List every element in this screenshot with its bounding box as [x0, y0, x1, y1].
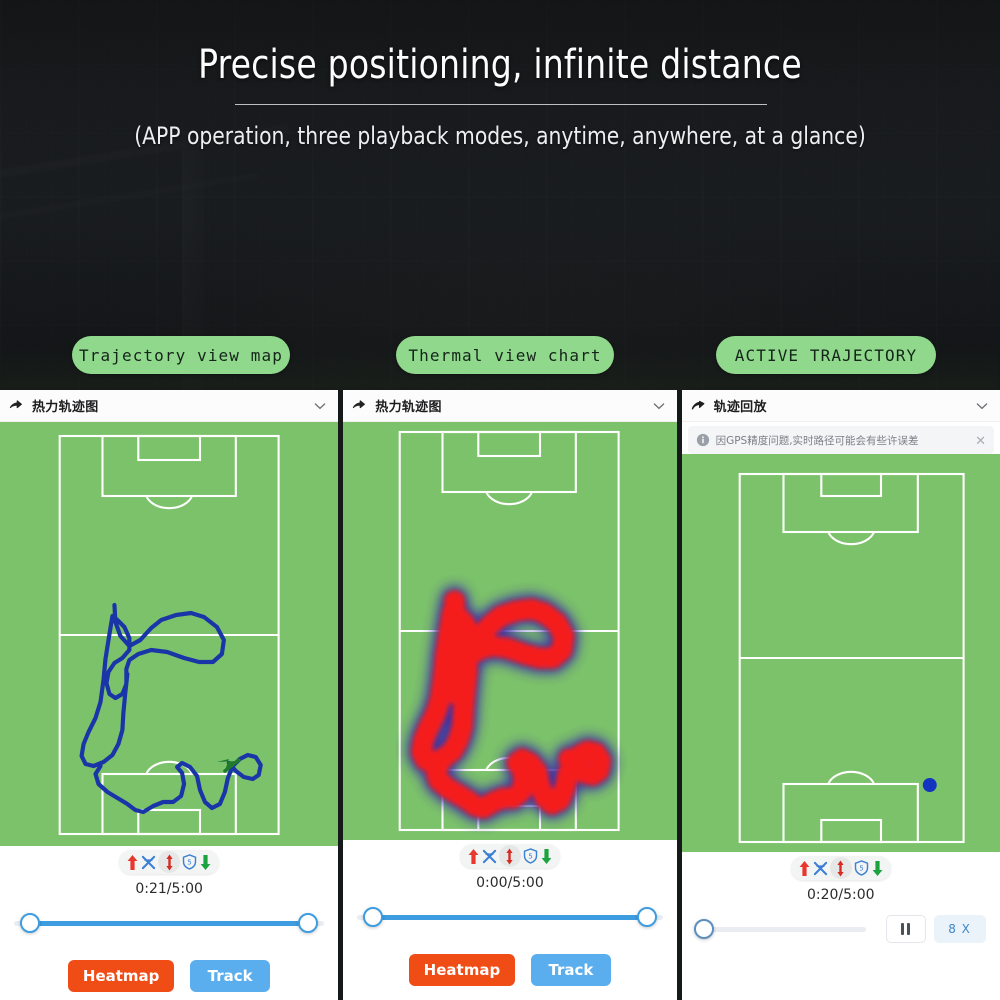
heatmap-button[interactable]: Heatmap	[68, 960, 175, 992]
pause-button[interactable]	[885, 915, 926, 943]
action-buttons-b: Heatmap Track	[343, 940, 677, 1000]
info-circle-icon	[696, 433, 709, 447]
player-marker-highlight	[498, 845, 521, 867]
arrow-down-green-icon	[200, 854, 211, 870]
arrow-up-red-icon	[799, 860, 810, 876]
stats-strip-row-c: 5	[681, 852, 1000, 884]
speed-button[interactable]: 8 X	[933, 915, 986, 943]
app-header-playback: 轨迹回放	[681, 390, 1000, 422]
svg-text:5: 5	[859, 864, 863, 873]
pitch-svg-playback	[681, 454, 1000, 852]
panel-playback: 轨迹回放 因GPS精度问题,实时路径可能会有些许误差 ✕ 5 0:20/5:00…	[681, 390, 1000, 1000]
gps-notice-banner: 因GPS精度问题,实时路径可能会有些许误差 ✕	[687, 426, 994, 454]
pill-thermal-view-chart: Thermal view chart	[396, 336, 614, 374]
screenshot-row: 热力轨迹图 5 0:21/5:00 Heatmap Track 热力轨迹图 5 …	[0, 390, 1000, 1000]
pitch-heatmap	[343, 422, 677, 840]
range-slider-b[interactable]	[343, 894, 677, 940]
pill-trajectory-view-map: Trajectory view map	[72, 336, 290, 374]
slider-handle-start[interactable]	[363, 907, 384, 927]
slider-fill	[373, 914, 647, 920]
app-title-text: 轨迹回放	[713, 400, 767, 415]
title-divider	[235, 104, 767, 105]
chevron-down-icon[interactable]	[974, 398, 990, 414]
range-slider-a[interactable]	[0, 900, 339, 946]
close-icon[interactable]: ✕	[969, 434, 986, 447]
app-title-text: 热力轨迹图	[32, 400, 99, 415]
playback-transport-row[interactable]: 8 X	[681, 906, 1000, 952]
pitch-svg-trajectory	[0, 422, 339, 846]
shield-five-blue-icon: 5	[182, 854, 197, 870]
playback-time-label: 0:21/5:00	[135, 881, 203, 897]
stats-icon-strip[interactable]: 5	[119, 850, 220, 874]
chevron-down-icon[interactable]	[312, 398, 328, 414]
track-button[interactable]: Track	[530, 954, 611, 986]
page-title: Precise positioning, infinite distance	[198, 42, 802, 88]
svg-text:5: 5	[187, 858, 191, 867]
panel-trajectory: 热力轨迹图 5 0:21/5:00 Heatmap Track	[0, 390, 339, 1000]
live-position-marker	[922, 778, 937, 792]
app-header-heatmap: 热力轨迹图	[343, 390, 677, 422]
page-root: Precise positioning, infinite distance (…	[0, 0, 1000, 1000]
mode-label-row: Trajectory view map Thermal view chart A…	[0, 336, 1000, 378]
action-buttons-c	[681, 952, 1000, 1000]
sprint-blue-icon	[142, 855, 156, 869]
hero-banner: Precise positioning, infinite distance (…	[0, 0, 1000, 390]
player-marker-red-icon	[837, 860, 844, 876]
player-marker-red-icon	[166, 854, 173, 870]
slider-fill	[30, 920, 309, 926]
pitch-svg-heatmap	[343, 422, 677, 840]
stats-icon-strip[interactable]: 5	[790, 856, 891, 880]
slider-handle-end[interactable]	[298, 913, 319, 933]
track-button[interactable]: Track	[190, 960, 271, 992]
back-arrow-icon[interactable]	[351, 398, 369, 414]
player-marker-highlight	[829, 857, 852, 879]
action-buttons-a: Heatmap Track	[0, 946, 339, 1000]
playback-time-label: 0:20/5:00	[806, 887, 875, 903]
back-arrow-icon[interactable]	[8, 398, 26, 414]
slider-handle-start[interactable]	[20, 913, 40, 933]
chevron-down-icon[interactable]	[651, 398, 667, 414]
arrow-up-red-icon	[468, 848, 479, 864]
shield-five-blue-icon: 5	[523, 848, 538, 864]
stats-strip-row-b: 5	[343, 840, 677, 872]
pitch-trajectory	[0, 422, 339, 846]
stats-strip-row-a: 5	[0, 846, 339, 878]
slider-handle-end[interactable]	[636, 907, 657, 927]
pill-active-trajectory: ACTIVE TRAJECTORY	[716, 336, 936, 374]
arrow-down-green-icon	[541, 848, 552, 864]
arrow-down-green-icon	[872, 860, 883, 876]
slider-track[interactable]	[695, 926, 866, 932]
player-marker-red-icon	[506, 848, 514, 864]
pause-icon	[901, 923, 911, 935]
app-header-trajectory: 热力轨迹图	[0, 390, 339, 422]
app-title-text: 热力轨迹图	[375, 400, 442, 415]
time-row-b: 0:00/5:00	[343, 872, 677, 894]
player-marker-highlight	[158, 851, 181, 873]
arrow-up-red-icon	[127, 854, 138, 870]
playback-time-label: 0:00/5:00	[476, 875, 544, 891]
gps-notice-text: 因GPS精度问题,实时路径可能会有些许误差	[715, 434, 919, 447]
shield-five-blue-icon: 5	[854, 860, 868, 876]
time-row-a: 0:21/5:00	[0, 878, 339, 900]
svg-text:5: 5	[528, 852, 532, 861]
panel-heatmap: 热力轨迹图 5 0:00/5:00 Heatmap Track	[343, 390, 677, 1000]
stats-icon-strip[interactable]: 5	[459, 844, 560, 868]
time-row-c: 0:20/5:00	[681, 884, 1000, 906]
sprint-blue-icon	[813, 861, 827, 875]
back-arrow-icon[interactable]	[690, 398, 708, 414]
pitch-playback	[681, 454, 1000, 852]
page-subtitle: (APP operation, three playback modes, an…	[134, 122, 866, 150]
heatmap-button[interactable]: Heatmap	[408, 954, 515, 986]
slider-handle-position[interactable]	[693, 919, 714, 939]
sprint-blue-icon	[482, 849, 497, 863]
